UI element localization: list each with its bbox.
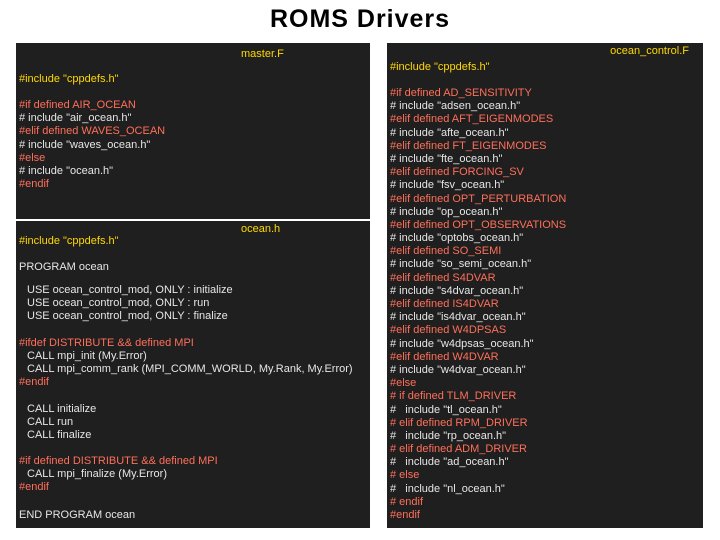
code-line: # else bbox=[390, 469, 420, 482]
code-line: #endif bbox=[19, 178, 49, 191]
code-line: CALL initialize bbox=[27, 403, 97, 415]
ocean-ifdef-line: #ifdef DISTRIBUTE && defined MPI bbox=[19, 337, 194, 349]
code-line: #else bbox=[19, 151, 46, 164]
code-line: # include "fsv_ocean.h" bbox=[390, 179, 505, 192]
ocean-endif2-line: #endif bbox=[19, 481, 49, 493]
master-code-block: #if defined AIR_OCEAN # include "air_oce… bbox=[19, 99, 165, 191]
code-line: #elif defined FORCING_SV bbox=[390, 166, 524, 179]
ocean-endif-line: #endif bbox=[19, 376, 49, 388]
code-line: # include "nl_ocean.h" bbox=[390, 482, 505, 495]
ocean-filename-label: ocean.h bbox=[241, 223, 281, 235]
code-line: #if defined AD_SENSITIVITY bbox=[390, 87, 532, 99]
code-line: #elif defined IS4DVAR bbox=[390, 298, 499, 310]
code-line: # include "fte_ocean.h" bbox=[390, 152, 503, 165]
code-line: #if defined AIR_OCEAN bbox=[19, 99, 136, 111]
ocean-use-block: USE ocean_control_mod, ONLY : initialize… bbox=[27, 284, 233, 324]
code-line: #endif bbox=[390, 509, 420, 521]
code-line: # endif bbox=[390, 495, 424, 508]
control-include-line: #include "cppdefs.h" bbox=[390, 61, 490, 73]
code-line: # include "op_ocean.h" bbox=[390, 205, 503, 218]
ocean-program-line: PROGRAM ocean bbox=[19, 261, 109, 273]
code-line: CALL mpi_init (My.Error) bbox=[27, 350, 147, 362]
code-line: # include "s4dvar_ocean.h" bbox=[390, 284, 524, 297]
code-line: #elif defined S4DVAR bbox=[390, 271, 496, 284]
code-line: #elif defined W4DPSAS bbox=[390, 324, 507, 337]
code-line: # include "rp_ocean.h" bbox=[390, 429, 507, 442]
code-line: # include "ad_ocean.h" bbox=[390, 456, 509, 469]
code-line: # include "tl_ocean.h" bbox=[390, 403, 502, 416]
control-filename-label: ocean_control.F bbox=[610, 45, 689, 57]
ocean-if-line: #if defined DISTRIBUTE && defined MPI bbox=[19, 455, 218, 467]
ocean-mpi-block: CALL mpi_init (My.Error) CALL mpi_comm_r… bbox=[27, 350, 353, 376]
code-line: # include "so_semi_ocean.h" bbox=[390, 258, 532, 271]
code-line: # include "adsen_ocean.h" bbox=[390, 100, 521, 113]
code-line: #elif defined W4DVAR bbox=[390, 350, 499, 363]
ocean-code-panel: ocean.h #include "cppdefs.h" PROGRAM oce… bbox=[16, 221, 370, 528]
ocean-end-line: END PROGRAM ocean bbox=[19, 509, 136, 521]
control-code-panel: ocean_control.F #include "cppdefs.h" #if… bbox=[387, 43, 703, 528]
code-line: USE ocean_control_mod, ONLY : finalize bbox=[27, 310, 228, 323]
ocean-finalize-line: CALL mpi_finalize (My.Error) bbox=[27, 468, 167, 480]
code-line: #elif defined WAVES_OCEAN bbox=[19, 125, 166, 138]
ocean-calls-block: CALL initialize CALL run CALL finalize bbox=[27, 403, 96, 443]
code-line: CALL run bbox=[27, 416, 74, 429]
code-line: # include "air_ocean.h" bbox=[19, 112, 132, 125]
page-title: ROMS Drivers bbox=[269, 5, 451, 33]
code-line: #elif defined OPT_PERTURBATION bbox=[390, 192, 567, 205]
ocean-include-line: #include "cppdefs.h" bbox=[19, 235, 119, 247]
code-line: #else bbox=[390, 377, 417, 390]
code-line: #elif defined OPT_OBSERVATIONS bbox=[390, 218, 567, 231]
code-line: # include "waves_ocean.h" bbox=[19, 138, 151, 151]
code-line: # include "ocean.h" bbox=[19, 164, 114, 177]
master-include-line: #include "cppdefs.h" bbox=[19, 73, 119, 85]
code-line: CALL mpi_comm_rank (MPI_COMM_WORLD, My.R… bbox=[27, 363, 353, 376]
code-line: # include "optobs_ocean.h" bbox=[390, 232, 524, 245]
code-line: # if defined TLM_DRIVER bbox=[390, 390, 517, 403]
master-filename-label: master.F bbox=[241, 48, 284, 60]
master-code-panel: master.F #include "cppdefs.h" #if define… bbox=[16, 43, 370, 219]
code-line: #elif defined FT_EIGENMODES bbox=[390, 139, 547, 152]
code-line: #elif defined SO_SEMI bbox=[390, 245, 502, 258]
code-line: # include "w4dpsas_ocean.h" bbox=[390, 337, 534, 350]
control-code-block: #if defined AD_SENSITIVITY # include "ad… bbox=[390, 87, 566, 522]
code-line: # include "afte_ocean.h" bbox=[390, 126, 509, 139]
code-line: # elif defined ADM_DRIVER bbox=[390, 443, 527, 456]
code-line: USE ocean_control_mod, ONLY : run bbox=[27, 297, 210, 310]
code-line: USE ocean_control_mod, ONLY : initialize bbox=[27, 284, 233, 296]
code-line: #elif defined AFT_EIGENMODES bbox=[390, 113, 554, 126]
code-line: # include "is4dvar_ocean.h" bbox=[390, 311, 526, 324]
code-line: # elif defined RPM_DRIVER bbox=[390, 416, 528, 429]
code-line: CALL finalize bbox=[27, 429, 92, 442]
code-line: # include "w4dvar_ocean.h" bbox=[390, 363, 526, 376]
